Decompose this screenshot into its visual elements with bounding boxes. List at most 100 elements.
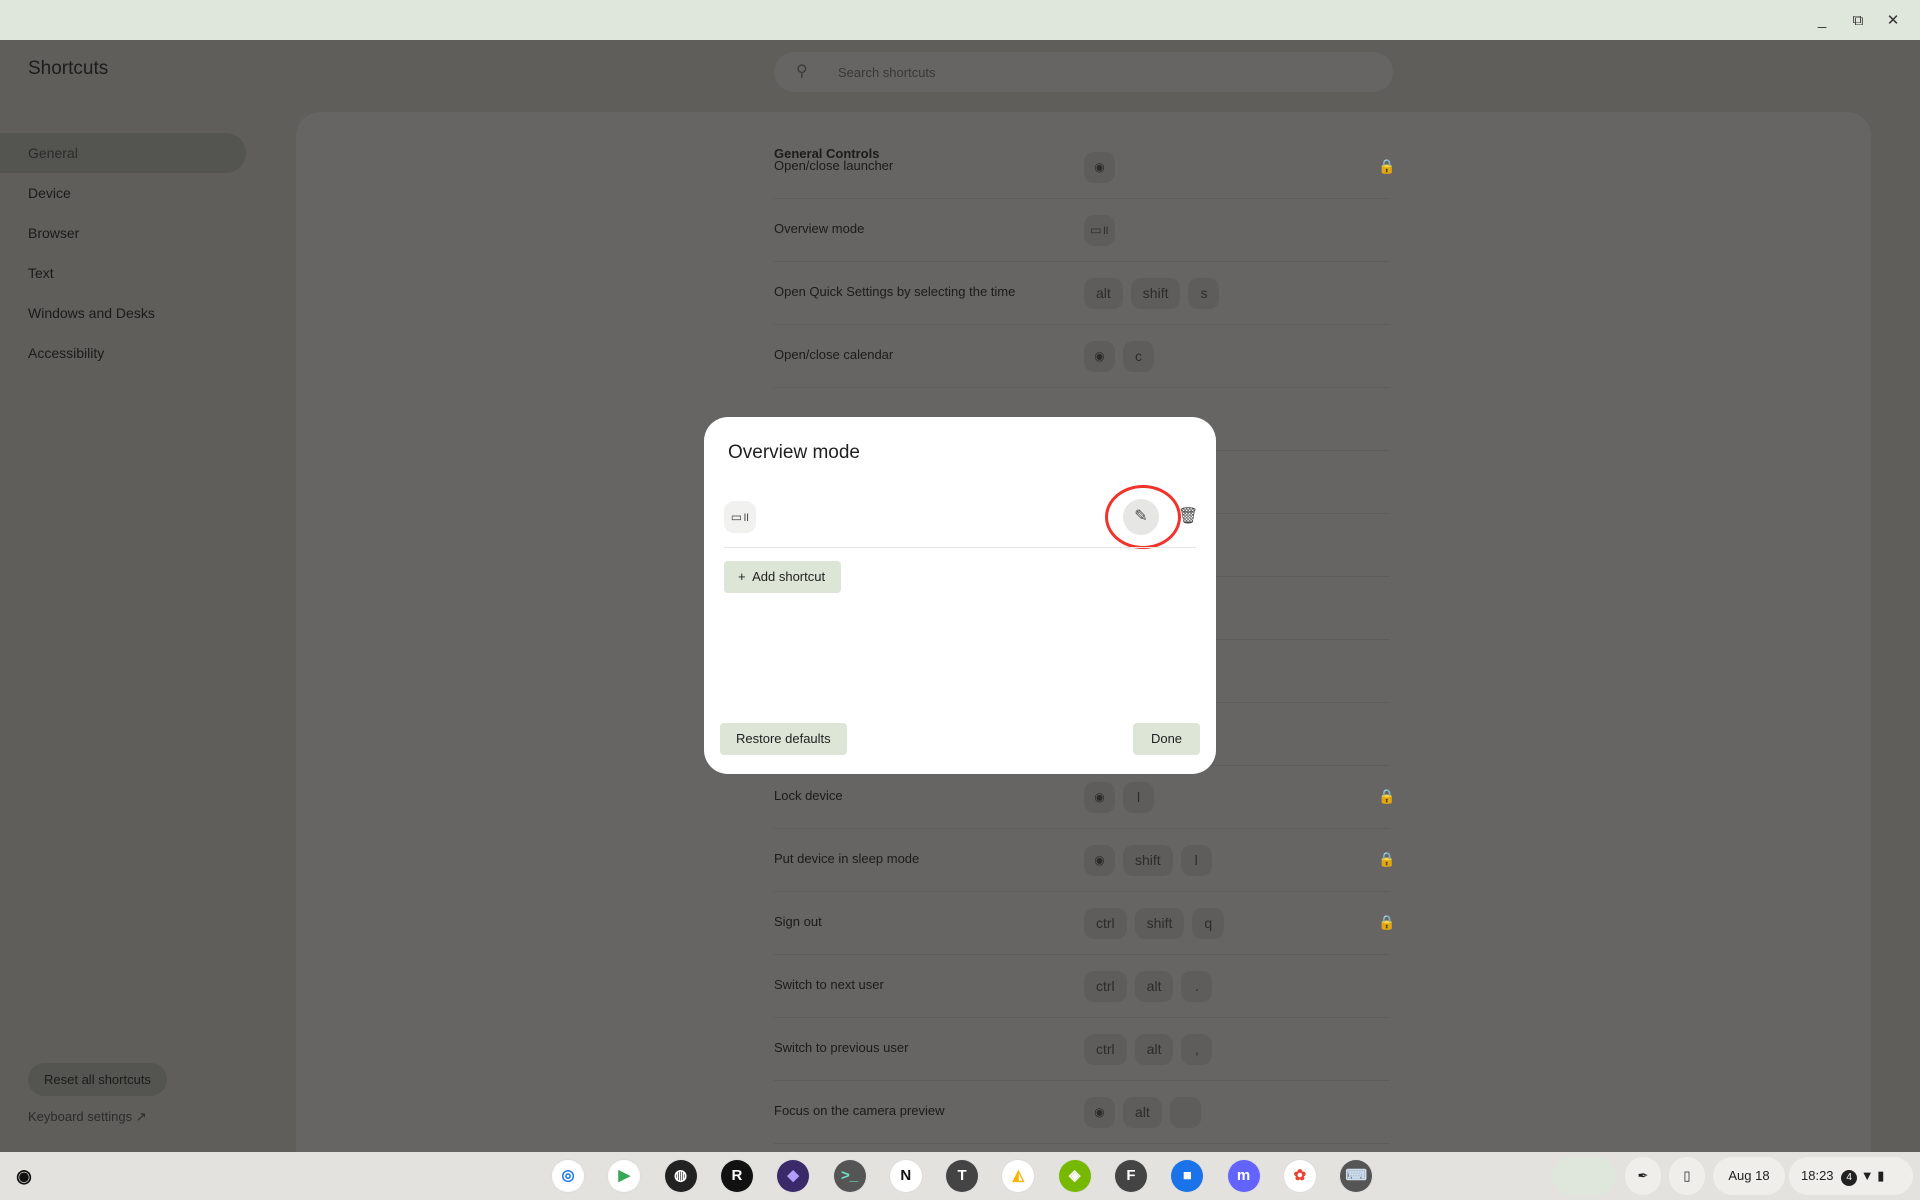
lock-icon: 🔒	[1378, 851, 1396, 867]
shelf-app-r[interactable]: R	[720, 1160, 753, 1192]
key-combo: alt shift s	[1084, 278, 1220, 309]
pencil-icon: ✎	[1134, 508, 1148, 525]
restore-defaults-button[interactable]: Restore defaults	[720, 723, 847, 755]
sidebar-item-text[interactable]: Text	[0, 253, 246, 293]
shortcut-label: Focus on the camera preview	[774, 1103, 945, 1118]
shortcut-label: Lock device	[774, 788, 843, 803]
shelf-app-files[interactable]: ■	[1171, 1160, 1204, 1192]
launcher-icon: ◉	[1084, 782, 1115, 813]
sidebar-item-accessibility[interactable]: Accessibility	[0, 333, 246, 373]
key-chip: c	[1123, 341, 1154, 372]
keyboard-settings-label: Keyboard settings	[28, 1109, 133, 1124]
shortcut-row[interactable]: Open/close launcher ◉ 🔒	[774, 136, 1395, 199]
search-icon: ⚲	[796, 63, 808, 80]
shortcut-label: Put device in sleep mode	[774, 851, 920, 866]
overview-icon: ▭॥	[1084, 215, 1115, 246]
key-chip: alt	[1134, 1034, 1174, 1065]
shortcut-row[interactable]: Overview mode ▭॥	[774, 199, 1390, 262]
dialog-title: Overview mode	[728, 442, 860, 463]
battery-icon: ▮	[1877, 1168, 1885, 1183]
key-combo: ctrl shift q	[1084, 908, 1225, 939]
minimize-icon[interactable]: _	[1811, 10, 1833, 32]
launcher-button[interactable]: ◉	[8, 1160, 40, 1192]
key-combo: ◉	[1084, 152, 1115, 183]
shortcut-label: Open Quick Settings by selecting the tim…	[774, 284, 1016, 299]
restore-icon[interactable]: ⧉	[1847, 10, 1869, 32]
pen-icon: ✒	[1637, 1168, 1649, 1183]
stylus-button[interactable]: ✒	[1625, 1157, 1661, 1195]
shortcut-row[interactable]: Focus on the camera preview ◉ alt	[774, 1081, 1390, 1144]
launcher-icon: ◉	[1084, 152, 1115, 183]
holding-space-button[interactable]	[1552, 1157, 1616, 1195]
phone-hub-button[interactable]: ▯	[1669, 1157, 1705, 1195]
lock-icon: 🔒	[1378, 914, 1396, 930]
shelf-app-play-store[interactable]: ▶	[608, 1160, 641, 1192]
shelf: ◉ ✒ ▯ Aug 18 18:23 4 ▼ ▮ ◎ ▶ ◍ R ◆ >_ N T ◭ ◈ F ■ m ✿…	[0, 1152, 1920, 1200]
sidebar-item-general[interactable]: General	[0, 133, 246, 173]
shelf-app-keyboard-shortcuts[interactable]: ⌨	[1340, 1160, 1373, 1192]
shelf-app-obsidian[interactable]: ◆	[777, 1160, 810, 1192]
lock-icon: 🔒	[1378, 158, 1396, 174]
edit-shortcut-dialog: Overview mode ▭॥ ✎ 🗑 + Add shortcut Rest…	[704, 417, 1216, 774]
key-combo: ◉ alt	[1084, 1097, 1201, 1128]
key-combo: ctrl alt,	[1084, 1034, 1213, 1065]
phone-icon: ▯	[1683, 1168, 1691, 1183]
shelf-app-f[interactable]: F	[1115, 1160, 1147, 1192]
shelf-app-photos[interactable]: ✿	[1283, 1160, 1316, 1192]
shelf-app-airtable[interactable]: ◭	[1002, 1160, 1035, 1192]
close-icon[interactable]: ✕	[1882, 10, 1904, 32]
shortcut-label: Open/close calendar	[774, 347, 894, 362]
key-chip: s	[1188, 278, 1220, 309]
reset-all-shortcuts-button[interactable]: Reset all shortcuts	[28, 1063, 167, 1096]
key-chip: l	[1123, 782, 1154, 813]
key-chip	[1169, 1097, 1201, 1128]
add-shortcut-label: Add shortcut	[752, 569, 826, 584]
add-shortcut-button[interactable]: + Add shortcut	[724, 561, 842, 593]
key-chip: ctrl	[1084, 1034, 1127, 1065]
status-area[interactable]: 18:23 4 ▼ ▮	[1789, 1157, 1913, 1195]
shortcut-label: Open/close launcher	[774, 158, 894, 173]
shortcut-label: Overview mode	[774, 221, 865, 236]
key-chip: alt	[1084, 278, 1123, 309]
key-chip: l	[1180, 845, 1212, 876]
shortcut-row[interactable]: Open/close calendar ◉ c	[774, 325, 1390, 388]
launcher-icon: ◉	[1084, 845, 1115, 876]
edit-shortcut-button[interactable]: ✎	[1123, 499, 1159, 535]
notification-count: 4	[1841, 1170, 1858, 1186]
shelf-app-chrome[interactable]: ◎	[552, 1160, 584, 1192]
shortcut-row[interactable]: Switch to next user ctrl alt.	[774, 955, 1390, 1018]
shelf-app-mastodon[interactable]: m	[1227, 1160, 1260, 1192]
search-bar[interactable]: ⚲	[774, 52, 1393, 92]
shortcut-row[interactable]: Switch to previous user ctrl alt,	[774, 1018, 1390, 1081]
key-chip: shift	[1134, 908, 1185, 939]
shortcut-row[interactable]: Lock device ◉ l 🔒	[774, 766, 1395, 829]
shortcut-row[interactable]: Open Quick Settings by selecting the tim…	[774, 262, 1390, 325]
shelf-app-steam[interactable]: ◍	[664, 1160, 697, 1192]
sidebar-item-device[interactable]: Device	[0, 173, 246, 213]
shelf-app-terminal[interactable]: >_	[833, 1160, 866, 1192]
sidebar-item-browser[interactable]: Browser	[0, 213, 246, 253]
shortcut-row[interactable]: Sign out ctrl shift q 🔒	[774, 892, 1395, 955]
key-combo: ctrl alt.	[1084, 971, 1213, 1002]
key-combo: ▭॥	[1084, 215, 1115, 246]
launcher-icon: ◉	[1084, 1097, 1115, 1128]
shelf-app-geforce-now[interactable]: ◈	[1058, 1160, 1091, 1192]
key-chip: alt	[1123, 1097, 1162, 1128]
external-link-icon: ↗	[135, 1109, 147, 1124]
keyboard-settings-link[interactable]: Keyboard settings ↗	[28, 1109, 147, 1125]
search-input[interactable]	[838, 52, 1338, 92]
date-button[interactable]: Aug 18	[1713, 1157, 1785, 1195]
done-button[interactable]: Done	[1133, 723, 1200, 755]
shortcut-row[interactable]: Put device in sleep mode ◉ shift l 🔒	[774, 829, 1395, 892]
divider	[724, 547, 1196, 548]
delete-shortcut-button[interactable]: 🗑	[1178, 506, 1200, 528]
key-chip: alt	[1134, 971, 1174, 1002]
key-combo: ◉ l	[1084, 782, 1154, 813]
key-chip: ctrl	[1084, 971, 1127, 1002]
shortcut-label: Switch to next user	[774, 977, 884, 992]
shelf-app-notion[interactable]: N	[889, 1160, 922, 1192]
key-chip: ,	[1181, 1034, 1213, 1065]
sidebar-item-windows-and-desks[interactable]: Windows and Desks	[0, 293, 246, 333]
shelf-app-t[interactable]: T	[946, 1160, 979, 1192]
key-chip: .	[1181, 971, 1213, 1002]
